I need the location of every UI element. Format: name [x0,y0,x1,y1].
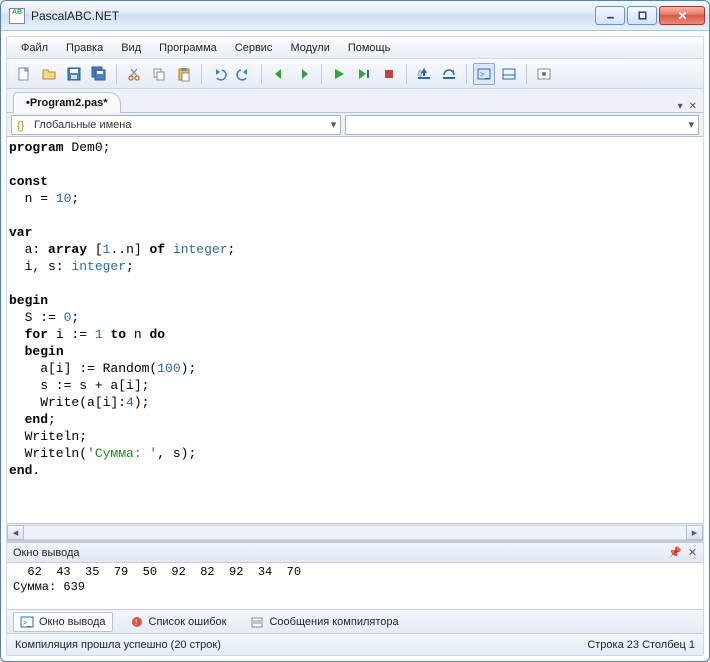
tab-icon: >_ [20,615,34,629]
titlebar: AB PascalABC.NET [1,1,709,31]
step-into-button[interactable]: {} [413,63,435,85]
horizontal-scrollbar[interactable]: ◂ ▸ [7,523,703,540]
tab-dropdown-icon[interactable]: ▾ [678,101,683,112]
output-body[interactable]: 62 43 35 79 50 92 82 92 34 70 Сумма: 639 [7,563,703,609]
run-nodebug-button[interactable] [353,63,375,85]
svg-text:>_: >_ [23,620,31,627]
separator [201,64,202,84]
menu-item[interactable]: Сервис [227,40,281,56]
editor-area: program Dem0; const n = 10; var a: array… [7,137,703,541]
stop-button[interactable] [378,63,400,85]
maximize-button[interactable] [627,6,657,25]
bottom-tab-label: Сообщения компилятора [269,616,398,628]
tab-icon [250,615,264,629]
chevron-down-icon: ▾ [331,118,337,131]
cut-button[interactable] [123,63,145,85]
close-panel-icon[interactable]: ✕ [688,546,697,559]
nav-back-button[interactable] [268,63,290,85]
menu-item[interactable]: Программа [151,40,225,56]
paste-button[interactable] [173,63,195,85]
bottom-tab[interactable]: ! Список ошибок [123,612,234,632]
status-left: Компиляция прошла успешно (20 строк) [15,639,221,651]
separator [261,64,262,84]
chevron-down-icon: ▾ [688,118,694,131]
copy-button[interactable] [148,63,170,85]
client-area: ФайлПравкаВидПрограммаСервисМодулиПомощь… [6,36,704,656]
toggle-output-button[interactable]: >_ [473,63,495,85]
braces-icon: {} [16,118,30,132]
bottom-tab-label: Список ошибок [149,616,227,628]
menu-item[interactable]: Помощь [340,40,399,56]
menubar: ФайлПравкаВидПрограммаСервисМодулиПомощь [7,37,703,59]
separator [466,64,467,84]
options-button[interactable] [533,63,555,85]
nav-combos: {} Глобальные имена ▾ ▾ [7,113,703,137]
tab-icon: ! [130,615,144,629]
minimize-button[interactable] [595,6,625,25]
separator [116,64,117,84]
svg-text:!: ! [135,618,137,627]
redo-button[interactable] [233,63,255,85]
scroll-left-button[interactable]: ◂ [7,525,24,540]
run-button[interactable] [328,63,350,85]
close-button[interactable] [659,6,705,25]
status-right: Строка 23 Столбец 1 [587,639,695,651]
svg-text:{}: {} [17,120,25,132]
open-file-button[interactable] [38,63,60,85]
tab-close-icon[interactable]: ✕ [689,101,697,112]
tab-strip: •Program2.pas* ▾ ✕ [7,89,703,113]
menu-item[interactable]: Модули [282,40,337,56]
output-header: Окно вывода 📌 ✕ [7,543,703,563]
scope-combo-text: Глобальные имена [34,119,132,131]
output-panel: Окно вывода 📌 ✕ 62 43 35 79 50 92 82 92 … [7,541,703,609]
save-all-button[interactable] [88,63,110,85]
app-icon: AB [9,8,25,24]
output-title: Окно вывода [13,547,80,559]
svg-text:>_: >_ [480,70,490,79]
menu-item[interactable]: Вид [113,40,149,56]
scrollbar-track[interactable] [24,525,686,540]
svg-text:{}: {} [418,71,422,77]
menu-item[interactable]: Файл [13,40,56,56]
separator [321,64,322,84]
tab-strip-right: ▾ ✕ [678,101,697,112]
scroll-right-button[interactable]: ▸ [686,525,703,540]
save-button[interactable] [63,63,85,85]
separator [406,64,407,84]
pin-icon[interactable]: 📌 [668,546,682,559]
code-editor[interactable]: program Dem0; const n = 10; var a: array… [7,137,703,523]
scope-combo[interactable]: {} Глобальные имена ▾ [11,115,341,135]
bottom-tab-label: Окно вывода [39,616,106,628]
toolbar: {} >_ [7,59,703,89]
menu-item[interactable]: Правка [58,40,111,56]
bottom-tabs: >_ Окно вывода! Список ошибок Сообщения ком… [7,609,703,633]
separator [526,64,527,84]
window-buttons [595,6,705,25]
undo-button[interactable] [208,63,230,85]
step-over-button[interactable] [438,63,460,85]
toggle-panel-button[interactable] [498,63,520,85]
status-bar: Компиляция прошла успешно (20 строк) Стр… [7,633,703,655]
app-window: AB PascalABC.NET ФайлПравкаВидПрограммаС… [0,0,710,662]
nav-forward-button[interactable] [293,63,315,85]
file-tab-active[interactable]: •Program2.pas* [13,92,121,113]
new-file-button[interactable] [13,63,35,85]
bottom-tab[interactable]: >_ Окно вывода [13,612,113,632]
member-combo[interactable]: ▾ [345,115,699,135]
window-title: PascalABC.NET [31,9,595,23]
bottom-tab[interactable]: Сообщения компилятора [243,612,405,632]
